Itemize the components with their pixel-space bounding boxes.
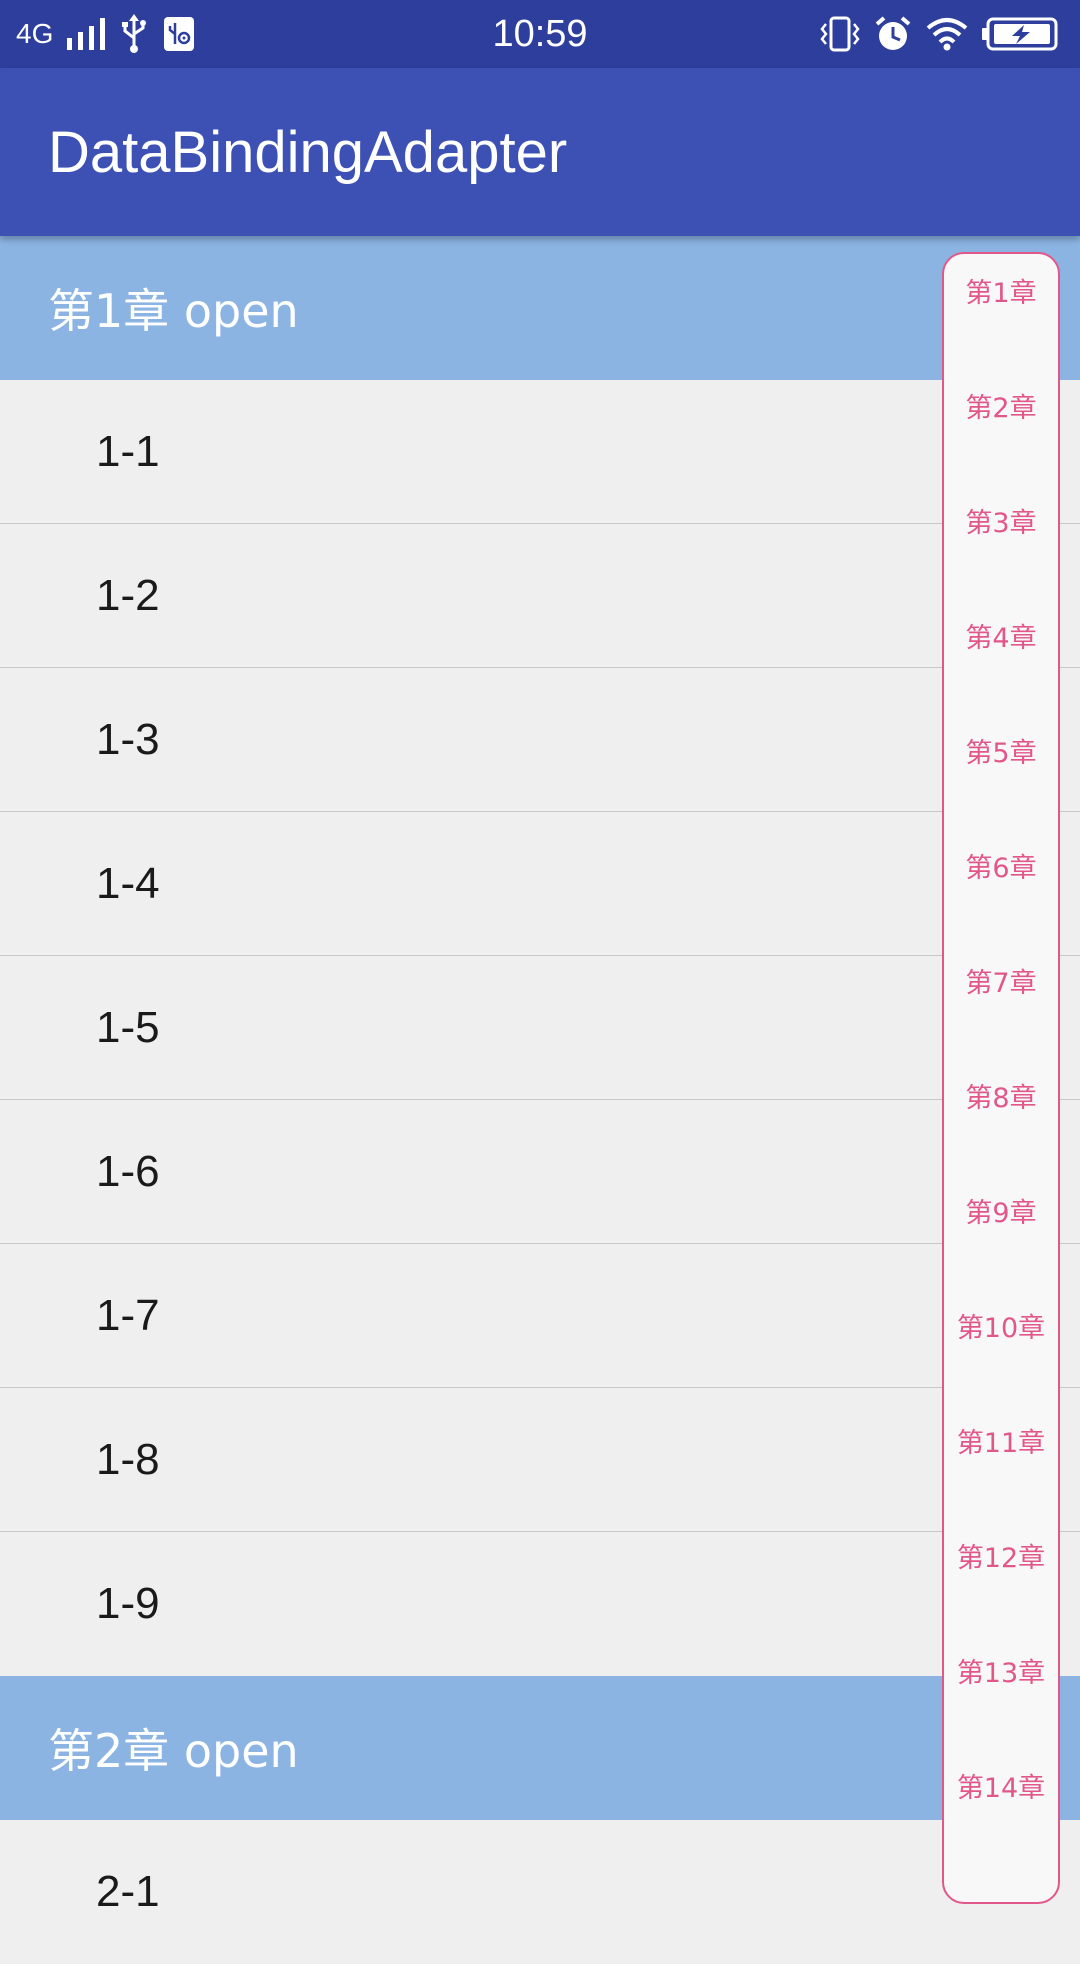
section-header-2[interactable]: 第2章 open (0, 1676, 1080, 1820)
list-item[interactable]: 2-1 (0, 1820, 1080, 1964)
list-item[interactable]: 1-1 (0, 380, 1080, 524)
chapter-index-bar[interactable]: 第1章 第2章 第3章 第4章 第5章 第6章 第7章 第8章 第9章 第10章… (942, 252, 1060, 1904)
index-item-chapter-11[interactable]: 第11章 (944, 1410, 1058, 1470)
list-item[interactable]: 1-9 (0, 1532, 1080, 1676)
status-bar: 4G 10:59 (0, 0, 1080, 68)
index-item-chapter-1[interactable]: 第1章 (944, 260, 1058, 320)
index-item-chapter-10[interactable]: 第10章 (944, 1295, 1058, 1355)
list-item[interactable]: 1-4 (0, 812, 1080, 956)
list-item[interactable]: 1-6 (0, 1100, 1080, 1244)
index-item-chapter-5[interactable]: 第5章 (944, 720, 1058, 780)
list-item[interactable]: 1-8 (0, 1388, 1080, 1532)
index-item-chapter-2[interactable]: 第2章 (944, 375, 1058, 435)
list-item[interactable]: 1-2 (0, 524, 1080, 668)
status-right-group (820, 0, 1058, 68)
list-item[interactable]: 1-7 (0, 1244, 1080, 1388)
list-item[interactable]: 1-3 (0, 668, 1080, 812)
index-item-chapter-14[interactable]: 第14章 (944, 1755, 1058, 1815)
wifi-icon (926, 17, 968, 51)
list-item[interactable]: 1-5 (0, 956, 1080, 1100)
chapter-list[interactable]: 第1章 open 1-1 1-2 1-3 1-4 1-5 1-6 1-7 1-8… (0, 236, 1080, 1964)
alarm-icon (874, 15, 912, 53)
battery-charging-icon (982, 17, 1058, 51)
app-bar: DataBindingAdapter (0, 68, 1080, 236)
index-item-chapter-4[interactable]: 第4章 (944, 605, 1058, 665)
index-item-chapter-7[interactable]: 第7章 (944, 950, 1058, 1010)
index-item-chapter-6[interactable]: 第6章 (944, 835, 1058, 895)
index-item-chapter-3[interactable]: 第3章 (944, 490, 1058, 550)
index-item-chapter-9[interactable]: 第9章 (944, 1180, 1058, 1240)
index-item-chapter-8[interactable]: 第8章 (944, 1065, 1058, 1125)
vibrate-icon (820, 16, 860, 52)
index-item-chapter-12[interactable]: 第12章 (944, 1525, 1058, 1585)
app-title: DataBindingAdapter (48, 119, 568, 185)
section-header-1[interactable]: 第1章 open (0, 236, 1080, 380)
index-item-chapter-13[interactable]: 第13章 (944, 1640, 1058, 1700)
